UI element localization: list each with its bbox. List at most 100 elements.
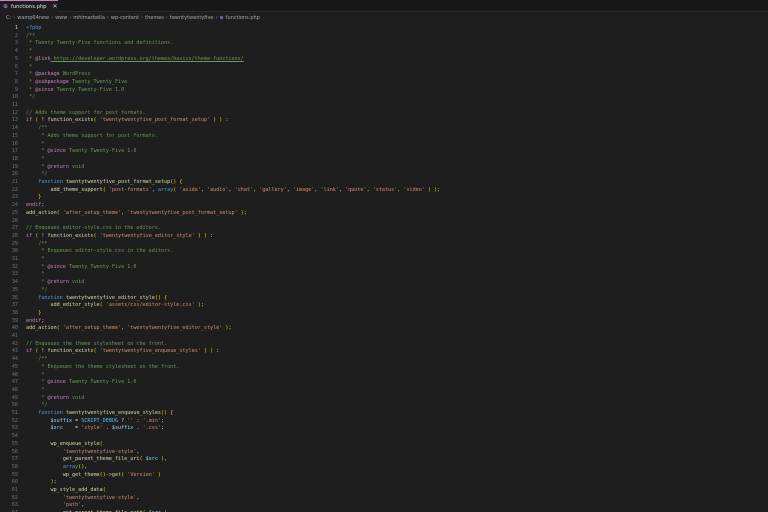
breadcrumb-item[interactable]: functions.php xyxy=(226,15,260,21)
code-line[interactable]: 1 <?php xyxy=(0,25,768,33)
code-line[interactable]: 44 /** xyxy=(0,356,768,364)
code-line[interactable]: 48 * xyxy=(0,387,768,395)
code-line[interactable]: 20 */ xyxy=(0,171,768,179)
code-line[interactable]: 61 wp_style_add_data( xyxy=(0,487,768,495)
code-line[interactable]: 39 endif; xyxy=(0,318,768,326)
code-line[interactable]: 9 * @since Twenty Twenty-Five 1.0 xyxy=(0,87,768,95)
code-line[interactable]: 8 * @subpackage Twenty_Twenty_Five xyxy=(0,79,768,87)
code-line[interactable]: 62 'twentytwentyfive-style', xyxy=(0,495,768,503)
code-line[interactable]: 60 ); xyxy=(0,479,768,487)
code-line[interactable]: 42 // Enqueues the theme stylesheet on th… xyxy=(0,341,768,349)
breadcrumb-item[interactable]: wamp64new xyxy=(17,15,49,21)
code-line[interactable]: 47 * @since Twenty Twenty-Five 1.0 xyxy=(0,379,768,387)
code-token: https://developer.wordpress.org/themes/b… xyxy=(50,55,244,62)
code-line[interactable]: 17 * @since Twenty Twenty-Five 1.0 xyxy=(0,148,768,156)
code-line[interactable]: 11 xyxy=(0,102,768,110)
code-line[interactable]: 4 * xyxy=(0,48,768,56)
code-line[interactable]: 43 if ( ! function_exists( 'twentytwentyf… xyxy=(0,348,768,356)
line-number: 34 xyxy=(11,279,18,286)
code-text: <?php xyxy=(26,25,41,33)
code-token: ; xyxy=(160,417,165,424)
code-line[interactable]: 34 * @return void xyxy=(0,279,768,287)
code-line[interactable]: 14 /** xyxy=(0,125,768,133)
line-number: 56 xyxy=(11,448,18,455)
code-line[interactable]: 33 * xyxy=(0,271,768,279)
code-line[interactable]: 51 function twentytwentyfive_enqueue_sty… xyxy=(0,410,768,418)
code-line[interactable]: 29 /** xyxy=(0,241,768,249)
code-editor[interactable]: 1 <?php 2/** 3 * Twenty Twenty-Five functio… xyxy=(0,23,768,512)
code-line[interactable]: 7 * @package WordPress xyxy=(0,71,768,79)
code-line[interactable]: 6 * xyxy=(0,64,768,72)
code-line[interactable]: 36 function twentytwentyfive_editor_styl… xyxy=(0,295,768,303)
code-token: ; xyxy=(243,209,247,216)
code-line[interactable]: 30 * Enqueues editor-style.css in the ed… xyxy=(0,248,768,256)
code-line[interactable]: 53 $src = 'style' . $suffix . '.css'; xyxy=(0,425,768,433)
code-line[interactable]: 57 get_parent_theme_file_uri( $src ), xyxy=(0,456,768,464)
code-line[interactable]: 50 */ xyxy=(0,402,768,410)
code-line[interactable]: 13 if ( ! function_exists( 'twentytwentyf… xyxy=(0,117,768,125)
code-token: @since xyxy=(47,148,66,155)
close-icon[interactable]: ✕ xyxy=(52,3,57,10)
code-line[interactable]: 19 * @return void xyxy=(0,164,768,172)
code-line[interactable]: 24 endif; xyxy=(0,202,768,210)
code-line[interactable]: 23 } xyxy=(0,194,768,202)
code-line[interactable]: 18 * xyxy=(0,156,768,164)
breadcrumb-item[interactable]: mhimarbella xyxy=(73,15,105,21)
code-line[interactable]: 3 * Twenty Twenty-Five functions and def… xyxy=(0,40,768,48)
breadcrumb-item[interactable]: www xyxy=(55,15,67,21)
code-line[interactable]: 21 function twentytwentyfive_post_format… xyxy=(0,179,768,187)
code-token: void xyxy=(68,394,85,401)
code-line[interactable]: 63 'path', xyxy=(0,502,768,510)
code-line[interactable]: 45 * Enqueues the theme stylesheet on th… xyxy=(0,364,768,372)
code-line[interactable]: 55 wp_enqueue_style( xyxy=(0,441,768,449)
code-line[interactable]: 37 add_editor_style( 'assets/css/editor-… xyxy=(0,302,768,310)
code-text: * @return void xyxy=(26,395,84,403)
code-line[interactable]: 40 add_action( 'after_setup_theme', 'twen… xyxy=(0,325,768,333)
tab-functions-php[interactable]: ⊕ functions.php ✕ xyxy=(0,0,58,12)
breadcrumb-item[interactable]: wp-content xyxy=(111,15,139,21)
code-line[interactable]: 16 * xyxy=(0,141,768,149)
code-text: 'twentytwentyfive-style', xyxy=(26,495,140,503)
code-token: ; xyxy=(41,202,45,209)
breadcrumb-item[interactable]: twentytwentyfive xyxy=(170,15,214,21)
code-token: @package xyxy=(35,71,60,78)
code-line[interactable]: 46 * xyxy=(0,372,768,380)
code-line[interactable]: 38 } xyxy=(0,310,768,318)
code-line[interactable]: 54 xyxy=(0,433,768,441)
breadcrumb-item[interactable]: C: xyxy=(6,15,11,21)
code-line[interactable]: 59 wp_get_theme()->get( 'Version' ) xyxy=(0,472,768,480)
code-token: wp_enqueue_style xyxy=(50,440,100,447)
code-line[interactable]: 31 * xyxy=(0,256,768,264)
code-line[interactable]: 12 // Adds theme support for post formats… xyxy=(0,110,768,118)
line-number: 17 xyxy=(11,148,18,155)
code-line[interactable]: 15 * Adds theme support for post formats… xyxy=(0,133,768,141)
code-line[interactable]: 52 $suffix = SCRIPT_DEBUG ? '' : '.min'; xyxy=(0,418,768,426)
code-token: 'image' xyxy=(292,186,315,193)
code-line[interactable]: 10 */ xyxy=(0,94,768,102)
code-line[interactable]: 49 * @return void xyxy=(0,395,768,403)
code-line[interactable]: 28 if ( ! function_exists( 'twentytwentyf… xyxy=(0,233,768,241)
code-text: */ xyxy=(26,94,35,102)
code-line[interactable]: 26 xyxy=(0,218,768,226)
code-line[interactable]: 5 * @link https://developer.wordpress.or… xyxy=(0,56,768,64)
line-number: 12 xyxy=(11,109,18,116)
code-line[interactable]: 41 xyxy=(0,333,768,341)
code-text: * xyxy=(26,156,44,164)
code-line[interactable]: 22 add_theme_support( 'post-formats', ar… xyxy=(0,187,768,195)
code-token: // Enqueues the theme stylesheet on the … xyxy=(26,340,168,347)
line-number: 18 xyxy=(11,155,18,162)
code-line[interactable]: 35 */ xyxy=(0,287,768,295)
code-line[interactable]: 32 * @since Twenty Twenty-Five 1.0 xyxy=(0,264,768,272)
code-line[interactable]: 58 array(), xyxy=(0,464,768,472)
line-number: 14 xyxy=(11,125,18,132)
code-line[interactable]: 25 add_action( 'after_setup_theme', 'twen… xyxy=(0,210,768,218)
code-line[interactable]: 27 // Enqueues editor-style.css in the ed… xyxy=(0,225,768,233)
code-line[interactable]: 2 /** xyxy=(0,33,768,41)
breadcrumb-item[interactable]: themes xyxy=(145,15,164,21)
code-text: * @since Twenty Twenty-Five 1.0 xyxy=(26,264,136,272)
code-line[interactable]: 56 'twentytwentyfive-style', xyxy=(0,449,768,457)
code-token: : xyxy=(133,417,143,424)
